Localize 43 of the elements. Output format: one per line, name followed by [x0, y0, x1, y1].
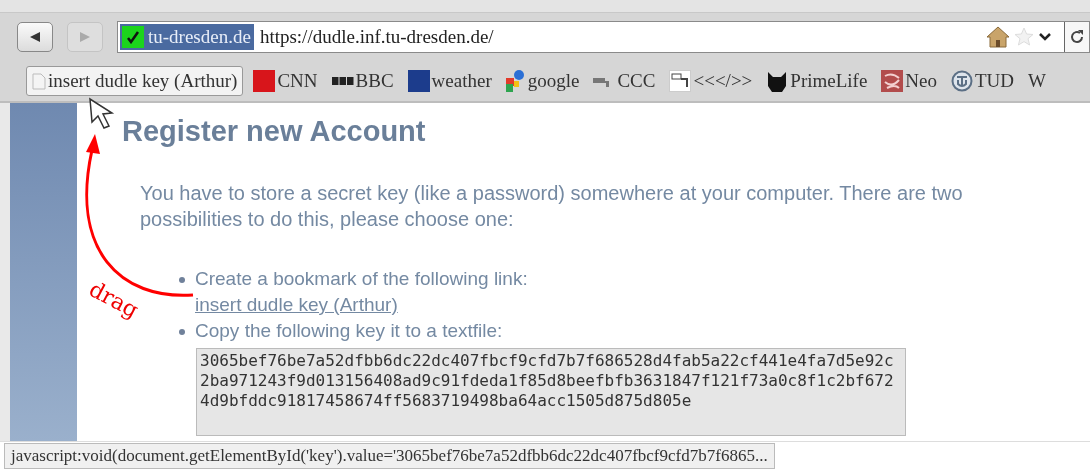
bookmarklet-link[interactable]: insert dudle key (Arthur): [195, 292, 398, 318]
key-textarea[interactable]: 3065bef76be7a52dfbb6dc22dc407fbcf9cfd7b7f686528d4fab5a22cf441e4fa7d5e92c 2ba971243f9d013156408ad9c91fdeda1f85d8beefbfb3631847f121f73a0c8f1c2bf672 4d9bfddc91817458674ff5683719498ba64acc1505d875d805e: [196, 348, 906, 436]
cursor-icon: [89, 97, 115, 129]
bullet: [179, 277, 185, 283]
star-icon[interactable]: [1014, 27, 1034, 47]
drag-label: drag: [85, 276, 143, 323]
bookmark[interactable]: <<</>>: [665, 66, 757, 96]
home-icon[interactable]: [986, 26, 1010, 48]
bookmark[interactable]: CCC: [589, 66, 660, 96]
bookmark[interactable]: google: [501, 66, 584, 96]
forward-icon: [79, 31, 91, 43]
intro-paragraph: You have to store a secret key (like a password) somewhere at your computer. There are two possibilities to do this, please choose one:: [140, 181, 964, 232]
bookmark[interactable]: weather: [403, 66, 496, 96]
url-text: https://dudle.inf.tu-dresden.de/: [259, 26, 495, 48]
swirl-icon: [881, 70, 904, 92]
check-icon: [126, 30, 140, 44]
back-icon: [29, 31, 41, 43]
chevron-icon[interactable]: [1038, 32, 1052, 42]
reload-button[interactable]: [1064, 22, 1089, 52]
option-text: Copy the following key it to a textfile:: [195, 320, 503, 341]
bullet: [179, 329, 185, 335]
square-logo-icon: [407, 70, 430, 92]
circle-logo-icon: [951, 70, 973, 92]
bookmark[interactable]: CNN: [249, 66, 322, 96]
bookmark[interactable]: PrimeLife: [762, 66, 872, 96]
site-identity[interactable]: tu-dresden.de: [120, 24, 254, 50]
square-logo-icon: [253, 70, 276, 92]
document-icon: [669, 70, 692, 92]
bookmark[interactable]: Neo: [877, 66, 941, 96]
cat-icon: [766, 70, 789, 92]
address-bar[interactable]: tu-dresden.de https://dudle.inf.tu-dresden.de/: [117, 21, 1090, 53]
back-button[interactable]: [17, 22, 53, 52]
dots-icon: [505, 70, 526, 92]
page-icon: [32, 72, 46, 90]
option-text: Create a bookmark of the following link:: [195, 268, 528, 289]
bookmark[interactable]: BBC: [327, 66, 398, 96]
reload-icon: [1069, 29, 1085, 45]
blocks-icon: [331, 77, 354, 85]
bookmark[interactable]: W: [1024, 66, 1050, 96]
status-text: javascript:void(document.getElementById('key').value='3065bef76be7a52dfbb6dc22dc407fbcf9cfd7b7f6865...: [4, 443, 775, 469]
page-title: Register new Account: [122, 115, 427, 148]
bookmark[interactable]: insert dudle key (Arthur): [26, 66, 244, 96]
bookmark[interactable]: TUD: [947, 66, 1019, 96]
